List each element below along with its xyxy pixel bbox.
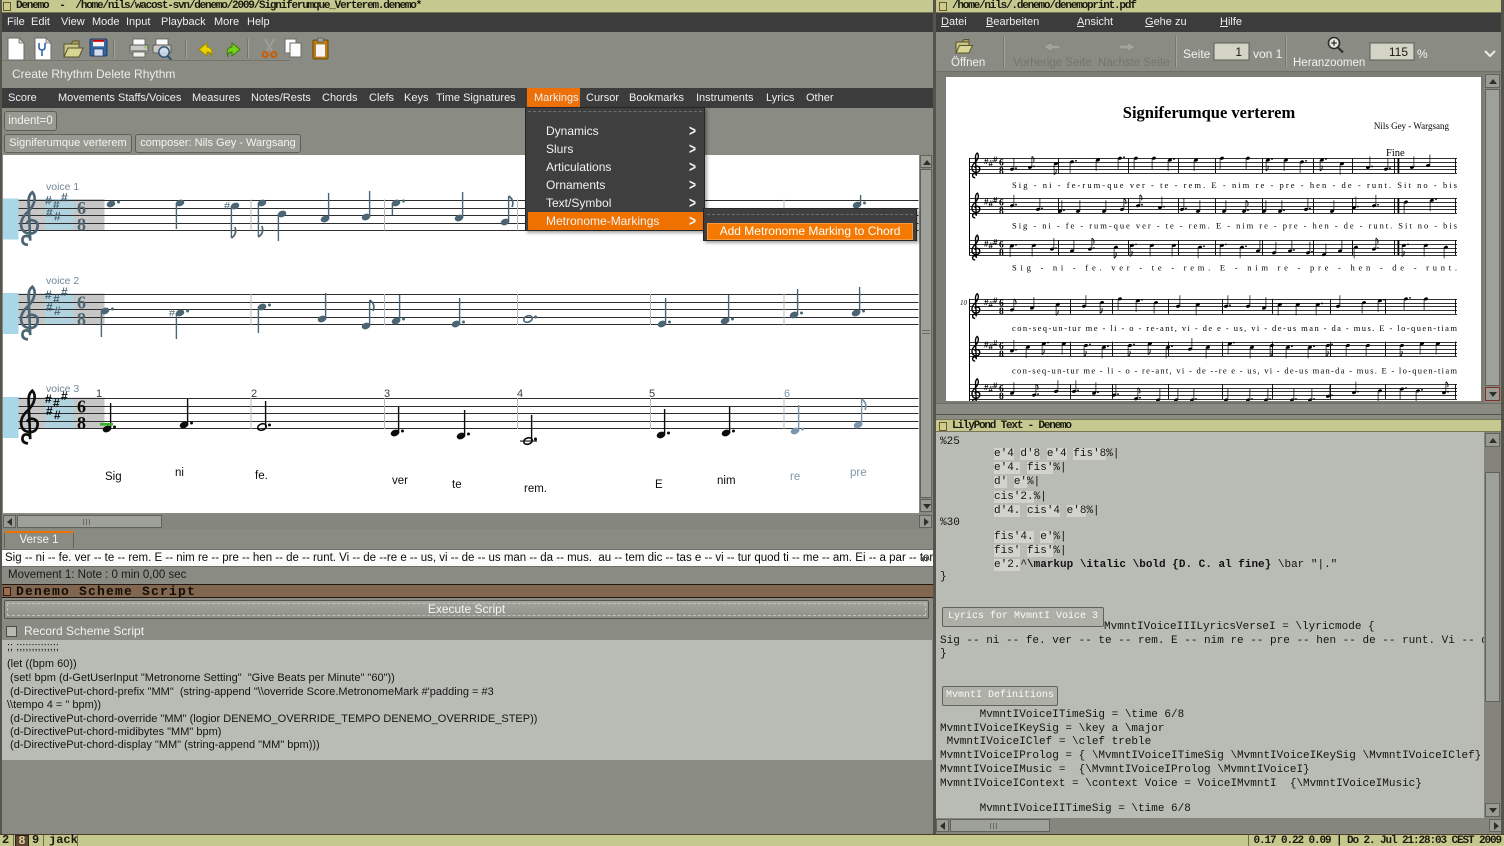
svg-text:rem.: rem. [524, 483, 547, 495]
svg-text:#: # [61, 285, 68, 299]
svg-text:Heranzoomen: Heranzoomen [1293, 57, 1365, 69]
svg-text:%: % [1417, 47, 1428, 61]
svg-text:ni: ni [175, 467, 184, 479]
svg-text:8: 8 [999, 166, 1004, 176]
svg-text:#: # [993, 339, 998, 348]
svg-text:re: re [790, 471, 800, 483]
svg-text:#: # [46, 300, 53, 314]
svg-text:#: # [993, 238, 998, 247]
svg-text:Sig - ni - fe-rum-que ver -: Sig - ni - fe-rum-que ver - te - rem. E … [1012, 180, 1457, 190]
svg-text:115: 115 [1389, 45, 1408, 59]
svg-text:Signiferumque verterem: Signiferumque verterem [1123, 103, 1296, 122]
svg-text:Sig - ni - fe - ru: Sig - ni - fe - rum-que ver - te - rem. … [1012, 220, 1457, 230]
svg-text:8: 8 [999, 207, 1004, 217]
svg-text:con-seq-un-tur me - li - o - r: con-seq-un-tur me - li - o - re-ant, vi … [1012, 323, 1457, 333]
svg-text:Sig: Sig [105, 471, 122, 483]
svg-text:Fine: Fine [1386, 148, 1405, 159]
svg-text:#: # [993, 196, 998, 205]
svg-text:E: E [655, 479, 663, 491]
svg-text:fe.: fe. [255, 470, 268, 482]
svg-text:#: # [54, 304, 61, 318]
svg-text:#: # [993, 382, 998, 391]
svg-text:4: 4 [517, 388, 523, 400]
svg-text:pre: pre [850, 467, 867, 479]
svg-text:nim: nim [717, 475, 736, 487]
svg-text:#: # [46, 404, 53, 418]
svg-text:ver: ver [392, 475, 408, 487]
svg-text:Vorherige Seite: Vorherige Seite [1013, 57, 1092, 69]
svg-text:#: # [54, 210, 61, 224]
svg-text:#: # [46, 206, 53, 220]
svg-text:voice 1: voice 1 [46, 181, 79, 193]
svg-text:1: 1 [1235, 45, 1242, 59]
svg-text:#: # [224, 201, 231, 213]
svg-text:Seite: Seite [1183, 47, 1211, 61]
svg-text:3: 3 [384, 388, 390, 400]
svg-text:8: 8 [77, 215, 86, 235]
svg-text:2: 2 [251, 388, 257, 400]
svg-text:te: te [452, 479, 462, 491]
svg-text:8: 8 [999, 392, 1004, 401]
svg-text:6: 6 [784, 388, 790, 400]
svg-text:8: 8 [999, 249, 1004, 259]
svg-text:10: 10 [960, 299, 968, 307]
svg-text:#: # [54, 408, 61, 422]
svg-text:1: 1 [96, 388, 102, 400]
svg-text:Öffnen: Öffnen [951, 57, 985, 69]
svg-text:#: # [993, 296, 998, 305]
svg-text:voice 3: voice 3 [46, 383, 79, 395]
svg-text:con-seq-un-tur me - li - o - r: con-seq-un-tur me - li - o - re-ant, vi … [1012, 366, 1457, 376]
svg-text:8: 8 [999, 307, 1004, 317]
svg-text:#: # [169, 308, 176, 320]
svg-text:voice 2: voice 2 [46, 275, 79, 287]
svg-text:Sig - ni - fe.: Sig - ni - fe. ver - te - rem. E - nim r… [1012, 262, 1457, 272]
svg-text:Nächste Seite: Nächste Seite [1098, 57, 1170, 69]
svg-text:von 1: von 1 [1253, 47, 1283, 61]
svg-text:8: 8 [77, 309, 86, 329]
svg-text:8: 8 [77, 413, 86, 433]
svg-text:5: 5 [649, 388, 655, 400]
svg-text:#: # [993, 156, 998, 165]
svg-text:Nils Gey - Wargsang: Nils Gey - Wargsang [1374, 121, 1450, 131]
svg-text:8: 8 [999, 350, 1004, 360]
